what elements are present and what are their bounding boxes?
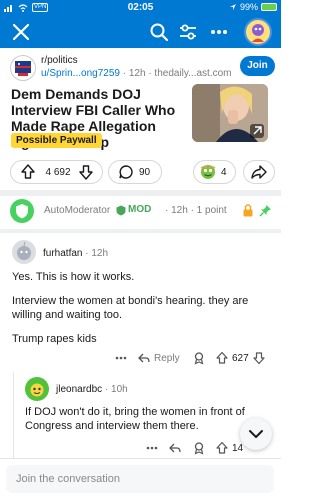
downvote-icon[interactable] bbox=[75, 161, 97, 183]
award-icon[interactable] bbox=[192, 440, 206, 456]
reply-icon[interactable] bbox=[168, 440, 182, 456]
reply-label: Reply bbox=[154, 352, 180, 364]
reply-bar: Join the conversation bbox=[0, 458, 281, 500]
award-icon[interactable] bbox=[192, 350, 206, 366]
post-age: 12h bbox=[128, 68, 146, 79]
share-icon bbox=[251, 165, 267, 179]
award-icon bbox=[200, 165, 216, 179]
chevron-down-icon bbox=[249, 430, 263, 438]
comment-action-bar: 14 bbox=[25, 440, 275, 456]
lock-icon bbox=[243, 204, 253, 217]
search-icon[interactable] bbox=[148, 21, 170, 43]
comment-age: · 10h bbox=[104, 384, 128, 395]
comment-author[interactable]: jleonardbc bbox=[56, 384, 102, 395]
automod-meta: · 12h · 1 point bbox=[165, 205, 227, 216]
subreddit-icon[interactable] bbox=[10, 55, 36, 81]
award-button[interactable]: 4 bbox=[193, 160, 236, 184]
commenter-avatar[interactable] bbox=[25, 377, 49, 401]
comment-body: Yes. This is how it works. Interview the… bbox=[12, 270, 274, 356]
shield-icon bbox=[10, 199, 34, 223]
comment-paragraph: Trump rapes kids bbox=[12, 333, 97, 345]
more-options-icon[interactable] bbox=[145, 440, 159, 456]
post-thumbnail[interactable] bbox=[192, 84, 268, 142]
post-header: r/politics u/Sprin...ong7259 · 12h · the… bbox=[10, 53, 275, 83]
comment-author[interactable]: furhatfan bbox=[43, 248, 82, 259]
pin-icon bbox=[259, 205, 271, 217]
comment-score: 627 bbox=[232, 352, 249, 364]
join-button[interactable]: Join bbox=[240, 56, 275, 76]
comment-action-bar: Reply 627 bbox=[12, 350, 274, 366]
automod-username[interactable]: AutoModerator bbox=[44, 205, 110, 216]
comment-icon bbox=[119, 165, 133, 179]
flair-badge[interactable]: Possible Paywall bbox=[11, 133, 102, 148]
location-icon bbox=[229, 4, 236, 10]
more-options-icon[interactable] bbox=[114, 350, 128, 366]
awards-count: 4 bbox=[221, 166, 227, 178]
status-bar: VPN 02:05 99% bbox=[0, 0, 281, 16]
user-avatar[interactable] bbox=[244, 18, 272, 46]
share-button[interactable] bbox=[243, 160, 275, 184]
upvote-icon[interactable] bbox=[17, 161, 39, 183]
expand-icon[interactable] bbox=[250, 124, 264, 138]
post-author[interactable]: u/Sprin...ong7259 bbox=[41, 68, 120, 79]
close-icon[interactable] bbox=[10, 21, 32, 43]
downvote-icon[interactable] bbox=[252, 351, 266, 365]
comment-paragraph: Interview the women at bondi's hearing. … bbox=[12, 295, 249, 321]
reply-icon bbox=[138, 353, 150, 363]
comments-count: 90 bbox=[139, 166, 151, 178]
upvote-icon[interactable] bbox=[215, 351, 229, 365]
comment-age: · 12h bbox=[85, 248, 109, 259]
comment-vote-control: 14 bbox=[215, 440, 243, 456]
comment-paragraph: Yes. This is how it works. bbox=[12, 271, 135, 283]
scroll-to-next-button[interactable] bbox=[240, 418, 272, 450]
comment-body: If DOJ won't do it, bring the women in f… bbox=[25, 406, 245, 432]
upvote-icon[interactable] bbox=[215, 441, 229, 455]
comment-meta: jleonardbc · 10h bbox=[56, 384, 128, 395]
post-score: 4 692 bbox=[45, 166, 71, 178]
thread-line[interactable] bbox=[13, 372, 14, 462]
reply-button[interactable]: Reply bbox=[137, 350, 180, 366]
top-toolbar bbox=[0, 16, 281, 48]
comments-button[interactable]: 90 bbox=[108, 160, 162, 184]
comment-vote-control: 627 bbox=[215, 350, 266, 366]
more-options-icon[interactable] bbox=[208, 21, 230, 43]
battery-icon bbox=[261, 3, 277, 11]
mod-badge: MOD bbox=[128, 204, 152, 215]
sort-filter-icon[interactable] bbox=[177, 21, 199, 43]
section-divider bbox=[0, 190, 281, 196]
post-domain[interactable]: thedaily...ast.com bbox=[154, 68, 231, 79]
commenter-avatar[interactable] bbox=[12, 240, 36, 264]
comment-meta: furhatfan · 12h bbox=[43, 248, 108, 259]
post-meta: u/Sprin...ong7259 · 12h · thedaily...ast… bbox=[41, 68, 232, 79]
post-action-bar: 4 692 90 4 bbox=[10, 160, 275, 184]
mod-shield-icon bbox=[116, 205, 126, 216]
automod-comment-collapsed[interactable]: AutoModerator MOD · 12h · 1 point bbox=[10, 199, 275, 223]
join-conversation-input[interactable]: Join the conversation bbox=[6, 465, 274, 493]
battery-percent: 99% bbox=[239, 2, 258, 12]
subreddit-name[interactable]: r/politics bbox=[41, 55, 78, 66]
vote-control: 4 692 bbox=[10, 160, 103, 184]
section-divider bbox=[0, 229, 281, 233]
